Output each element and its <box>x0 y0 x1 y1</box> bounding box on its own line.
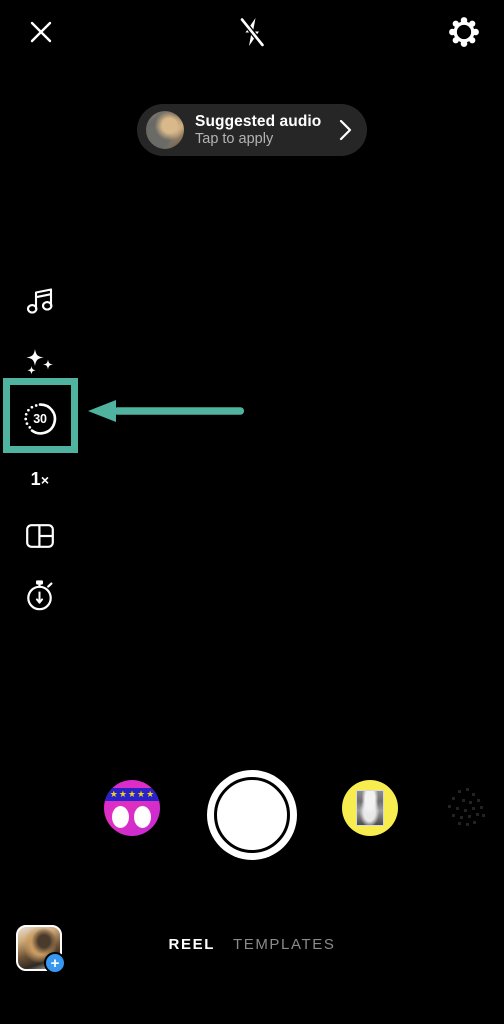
zoom-level-suffix: × <box>40 471 50 488</box>
stopwatch-icon <box>27 580 53 611</box>
add-media-badge[interactable]: + <box>44 952 66 974</box>
duration-value: 30 <box>33 412 47 426</box>
layout-grid-icon <box>26 524 54 548</box>
shutter-inner-ring <box>214 777 290 853</box>
flash-off-icon <box>239 16 266 48</box>
gear-icon <box>449 17 479 47</box>
effect-dog-photo <box>356 790 384 826</box>
star-icon: ★ <box>118 789 127 799</box>
tool-effects-button[interactable] <box>0 332 80 394</box>
music-note-icon <box>26 288 53 314</box>
tool-duration-button[interactable]: 30 <box>0 388 80 450</box>
effect-thumbnail-star-headband[interactable]: ★ ★ ★ ★ ★ <box>104 780 160 836</box>
sparkles-icon <box>26 349 53 375</box>
annotation-arrow <box>88 400 244 422</box>
close-icon <box>30 21 52 43</box>
effect-star-band: ★ ★ ★ ★ ★ <box>104 788 160 801</box>
camera-settings-button[interactable] <box>440 8 488 56</box>
tool-timer-button[interactable] <box>0 564 80 626</box>
suggested-audio-subtitle: Tap to apply <box>195 131 274 148</box>
star-icon: ★ <box>137 789 146 799</box>
close-button[interactable] <box>17 8 65 56</box>
suggested-audio-pill[interactable]: Suggested audio Tap to apply <box>137 104 367 156</box>
zoom-level-text: 1× <box>31 469 50 490</box>
effect-eye-right <box>134 806 151 828</box>
effect-thumbnail-dog-photo[interactable] <box>342 780 398 836</box>
effect-thumbnail-dark-sparkle[interactable] <box>438 780 494 836</box>
tool-audio-button[interactable] <box>0 270 80 332</box>
suggested-audio-text: Suggested audio Tap to apply <box>195 113 333 148</box>
flash-toggle-button[interactable] <box>228 8 276 56</box>
dark-sparkle-dots <box>448 788 485 826</box>
tool-zoom-level-button[interactable]: 1× <box>0 448 80 510</box>
chevron-right-icon <box>333 119 357 141</box>
mode-tabs: REEL TEMPLATES <box>0 936 504 953</box>
tab-reel[interactable]: REEL <box>169 936 215 953</box>
reels-camera-screen: Suggested audio Tap to apply 30 1× ★ ★ ★… <box>0 0 504 1024</box>
top-bar <box>0 0 504 62</box>
tool-layout-button[interactable] <box>0 505 80 567</box>
tab-templates[interactable]: TEMPLATES <box>233 936 335 953</box>
star-icon: ★ <box>127 789 137 799</box>
effect-eye-left <box>112 806 129 828</box>
suggested-audio-title: Suggested audio <box>195 112 322 130</box>
record-shutter-button[interactable] <box>207 770 297 860</box>
duration-dial-icon: 30 <box>22 401 58 437</box>
suggested-audio-thumbnail <box>146 111 184 149</box>
star-icon: ★ <box>146 789 155 799</box>
star-icon: ★ <box>109 789 118 799</box>
zoom-level-value: 1 <box>30 468 41 489</box>
bottom-bar: + REEL TEMPLATES <box>0 900 504 1024</box>
